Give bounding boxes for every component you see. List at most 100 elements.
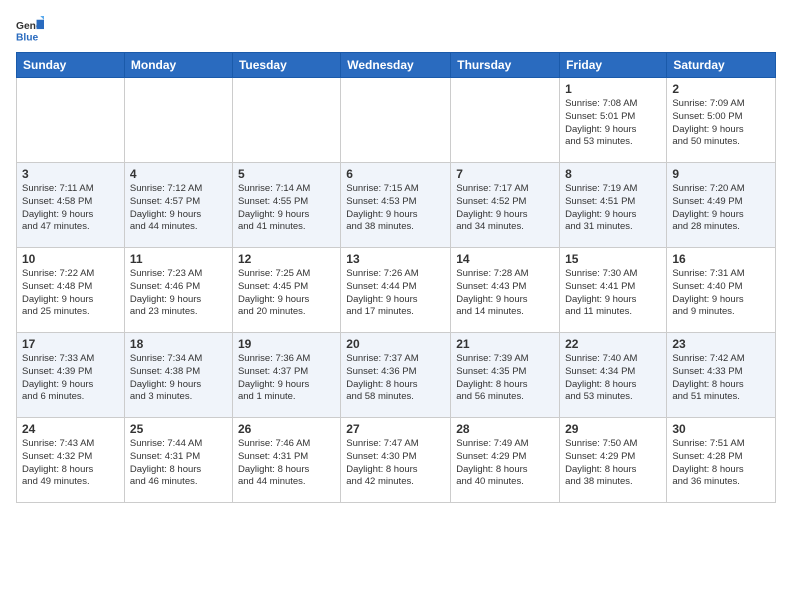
day-info: Sunrise: 7:34 AM Sunset: 4:38 PM Dayligh… [130,353,227,404]
day-info: Sunrise: 7:23 AM Sunset: 4:46 PM Dayligh… [130,268,227,319]
calendar-cell [232,78,340,163]
calendar-week-5: 24 Sunrise: 7:43 AM Sunset: 4:32 PM Dayli… [17,418,776,503]
day-number: 4 [130,167,227,181]
calendar-week-3: 10Sunrise: 7:22 AM Sunset: 4:48 PM Dayli… [17,248,776,333]
day-number: 17 [22,337,119,351]
calendar-cell: 27 Sunrise: 7:47 AM Sunset: 4:30 PM Dayli… [341,418,451,503]
calendar-cell [124,78,232,163]
calendar-cell: 8 Sunrise: 7:19 AM Sunset: 4:51 PM Daylig… [560,163,667,248]
calendar-cell: 9 Sunrise: 7:20 AM Sunset: 4:49 PM Daylig… [667,163,776,248]
calendar-cell: 30 Sunrise: 7:51 AM Sunset: 4:28 PM Dayli… [667,418,776,503]
day-number: 24 [22,422,119,436]
day-info: Sunrise: 7:51 AM Sunset: 4:28 PM Dayligh… [672,438,770,489]
header-wednesday: Wednesday [341,53,451,78]
calendar-cell: 6 Sunrise: 7:15 AM Sunset: 4:53 PM Daylig… [341,163,451,248]
day-info: Sunrise: 7:39 AM Sunset: 4:35 PM Dayligh… [456,353,554,404]
day-info: Sunrise: 7:43 AM Sunset: 4:32 PM Dayligh… [22,438,119,489]
day-number: 23 [672,337,770,351]
day-info: Sunrise: 7:49 AM Sunset: 4:29 PM Dayligh… [456,438,554,489]
day-number: 11 [130,252,227,266]
calendar-cell: 24 Sunrise: 7:43 AM Sunset: 4:32 PM Dayli… [17,418,125,503]
calendar-cell: 22 Sunrise: 7:40 AM Sunset: 4:34 PM Dayli… [560,333,667,418]
day-number: 19 [238,337,335,351]
calendar-cell: 21 Sunrise: 7:39 AM Sunset: 4:35 PM Dayli… [451,333,560,418]
day-info: Sunrise: 7:20 AM Sunset: 4:49 PM Dayligh… [672,183,770,234]
calendar-cell: 2 Sunrise: 7:09 AM Sunset: 5:00 PM Daylig… [667,78,776,163]
day-number: 29 [565,422,661,436]
day-info: Sunrise: 7:47 AM Sunset: 4:30 PM Dayligh… [346,438,445,489]
logo: General Blue [16,16,44,44]
calendar-cell: 23Sunrise: 7:42 AM Sunset: 4:33 PM Dayli… [667,333,776,418]
calendar-cell: 13Sunrise: 7:26 AM Sunset: 4:44 PM Dayli… [341,248,451,333]
day-number: 30 [672,422,770,436]
calendar-table: SundayMondayTuesdayWednesdayThursdayFrid… [16,52,776,503]
day-info: Sunrise: 7:08 AM Sunset: 5:01 PM Dayligh… [565,98,661,149]
day-info: Sunrise: 7:15 AM Sunset: 4:53 PM Dayligh… [346,183,445,234]
header-saturday: Saturday [667,53,776,78]
day-info: Sunrise: 7:50 AM Sunset: 4:29 PM Dayligh… [565,438,661,489]
day-info: Sunrise: 7:12 AM Sunset: 4:57 PM Dayligh… [130,183,227,234]
calendar-cell: 10Sunrise: 7:22 AM Sunset: 4:48 PM Dayli… [17,248,125,333]
calendar-week-1: 1 Sunrise: 7:08 AM Sunset: 5:01 PM Daylig… [17,78,776,163]
day-info: Sunrise: 7:46 AM Sunset: 4:31 PM Dayligh… [238,438,335,489]
calendar-cell: 19 Sunrise: 7:36 AM Sunset: 4:37 PM Dayli… [232,333,340,418]
calendar-cell: 4 Sunrise: 7:12 AM Sunset: 4:57 PM Daylig… [124,163,232,248]
day-info: Sunrise: 7:40 AM Sunset: 4:34 PM Dayligh… [565,353,661,404]
day-number: 15 [565,252,661,266]
calendar-week-4: 17 Sunrise: 7:33 AM Sunset: 4:39 PM Dayli… [17,333,776,418]
day-number: 7 [456,167,554,181]
day-number: 25 [130,422,227,436]
day-number: 22 [565,337,661,351]
calendar-cell: 7 Sunrise: 7:17 AM Sunset: 4:52 PM Daylig… [451,163,560,248]
svg-text:Blue: Blue [16,32,39,43]
day-info: Sunrise: 7:36 AM Sunset: 4:37 PM Dayligh… [238,353,335,404]
day-number: 14 [456,252,554,266]
day-number: 5 [238,167,335,181]
day-number: 6 [346,167,445,181]
day-info: Sunrise: 7:19 AM Sunset: 4:51 PM Dayligh… [565,183,661,234]
calendar-cell: 11 Sunrise: 7:23 AM Sunset: 4:46 PM Dayli… [124,248,232,333]
day-number: 10 [22,252,119,266]
day-info: Sunrise: 7:11 AM Sunset: 4:58 PM Dayligh… [22,183,119,234]
calendar-cell: 12 Sunrise: 7:25 AM Sunset: 4:45 PM Dayli… [232,248,340,333]
day-info: Sunrise: 7:26 AM Sunset: 4:44 PM Dayligh… [346,268,445,319]
calendar-cell: 26Sunrise: 7:46 AM Sunset: 4:31 PM Dayli… [232,418,340,503]
day-number: 28 [456,422,554,436]
day-number: 12 [238,252,335,266]
calendar-cell: 16 Sunrise: 7:31 AM Sunset: 4:40 PM Dayli… [667,248,776,333]
calendar-cell: 3Sunrise: 7:11 AM Sunset: 4:58 PM Daylig… [17,163,125,248]
day-info: Sunrise: 7:31 AM Sunset: 4:40 PM Dayligh… [672,268,770,319]
calendar-cell [451,78,560,163]
day-info: Sunrise: 7:44 AM Sunset: 4:31 PM Dayligh… [130,438,227,489]
calendar-cell: 1 Sunrise: 7:08 AM Sunset: 5:01 PM Daylig… [560,78,667,163]
calendar-cell: 17 Sunrise: 7:33 AM Sunset: 4:39 PM Dayli… [17,333,125,418]
header-friday: Friday [560,53,667,78]
calendar-cell: 25 Sunrise: 7:44 AM Sunset: 4:31 PM Dayli… [124,418,232,503]
calendar-cell: 14 Sunrise: 7:28 AM Sunset: 4:43 PM Dayli… [451,248,560,333]
day-number: 9 [672,167,770,181]
day-info: Sunrise: 7:28 AM Sunset: 4:43 PM Dayligh… [456,268,554,319]
day-info: Sunrise: 7:17 AM Sunset: 4:52 PM Dayligh… [456,183,554,234]
day-number: 21 [456,337,554,351]
day-info: Sunrise: 7:33 AM Sunset: 4:39 PM Dayligh… [22,353,119,404]
calendar-cell: 5 Sunrise: 7:14 AM Sunset: 4:55 PM Daylig… [232,163,340,248]
calendar-cell: 15Sunrise: 7:30 AM Sunset: 4:41 PM Dayli… [560,248,667,333]
header-sunday: Sunday [17,53,125,78]
day-number: 8 [565,167,661,181]
day-info: Sunrise: 7:09 AM Sunset: 5:00 PM Dayligh… [672,98,770,149]
day-info: Sunrise: 7:25 AM Sunset: 4:45 PM Dayligh… [238,268,335,319]
day-info: Sunrise: 7:37 AM Sunset: 4:36 PM Dayligh… [346,353,445,404]
day-number: 1 [565,82,661,96]
header-monday: Monday [124,53,232,78]
day-number: 16 [672,252,770,266]
day-number: 18 [130,337,227,351]
day-number: 27 [346,422,445,436]
day-number: 2 [672,82,770,96]
header-tuesday: Tuesday [232,53,340,78]
calendar-week-2: 3Sunrise: 7:11 AM Sunset: 4:58 PM Daylig… [17,163,776,248]
day-info: Sunrise: 7:14 AM Sunset: 4:55 PM Dayligh… [238,183,335,234]
logo-icon: General Blue [16,16,44,44]
calendar-cell [17,78,125,163]
header-thursday: Thursday [451,53,560,78]
day-number: 20 [346,337,445,351]
